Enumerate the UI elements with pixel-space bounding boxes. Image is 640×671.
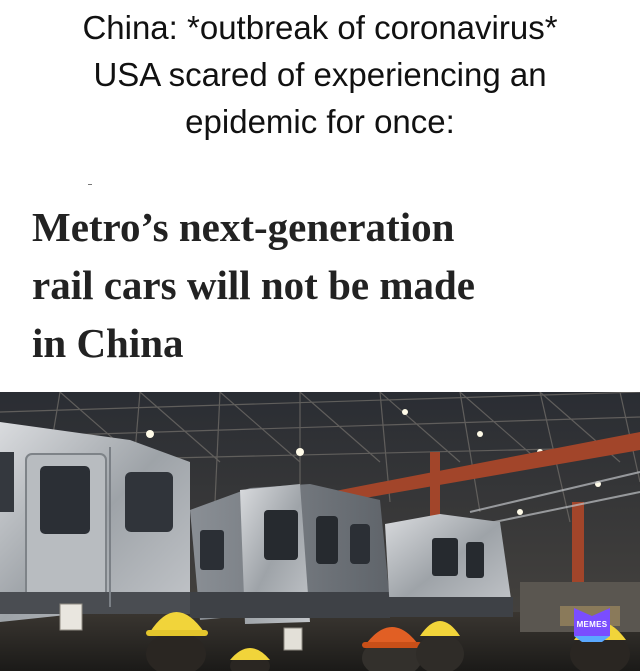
memes-watermark: MEMES xyxy=(570,606,614,642)
headline-line: rail cars will not be made xyxy=(32,262,475,308)
caption-line: China: *outbreak of coronavirus* xyxy=(82,9,558,46)
article-headline: Metro’s next-generation rail cars will n… xyxy=(32,198,632,372)
factory-photo xyxy=(0,392,640,671)
headline-line: Metro’s next-generation xyxy=(32,204,455,250)
divider-mark xyxy=(88,184,92,185)
caption-line: USA scared of experiencing an xyxy=(93,56,547,93)
caption-line: epidemic for once: xyxy=(185,103,455,140)
watermark-label: MEMES xyxy=(576,620,608,629)
headline-line: in China xyxy=(32,320,184,366)
meme-caption: China: *outbreak of coronavirus* USA sca… xyxy=(0,4,640,145)
